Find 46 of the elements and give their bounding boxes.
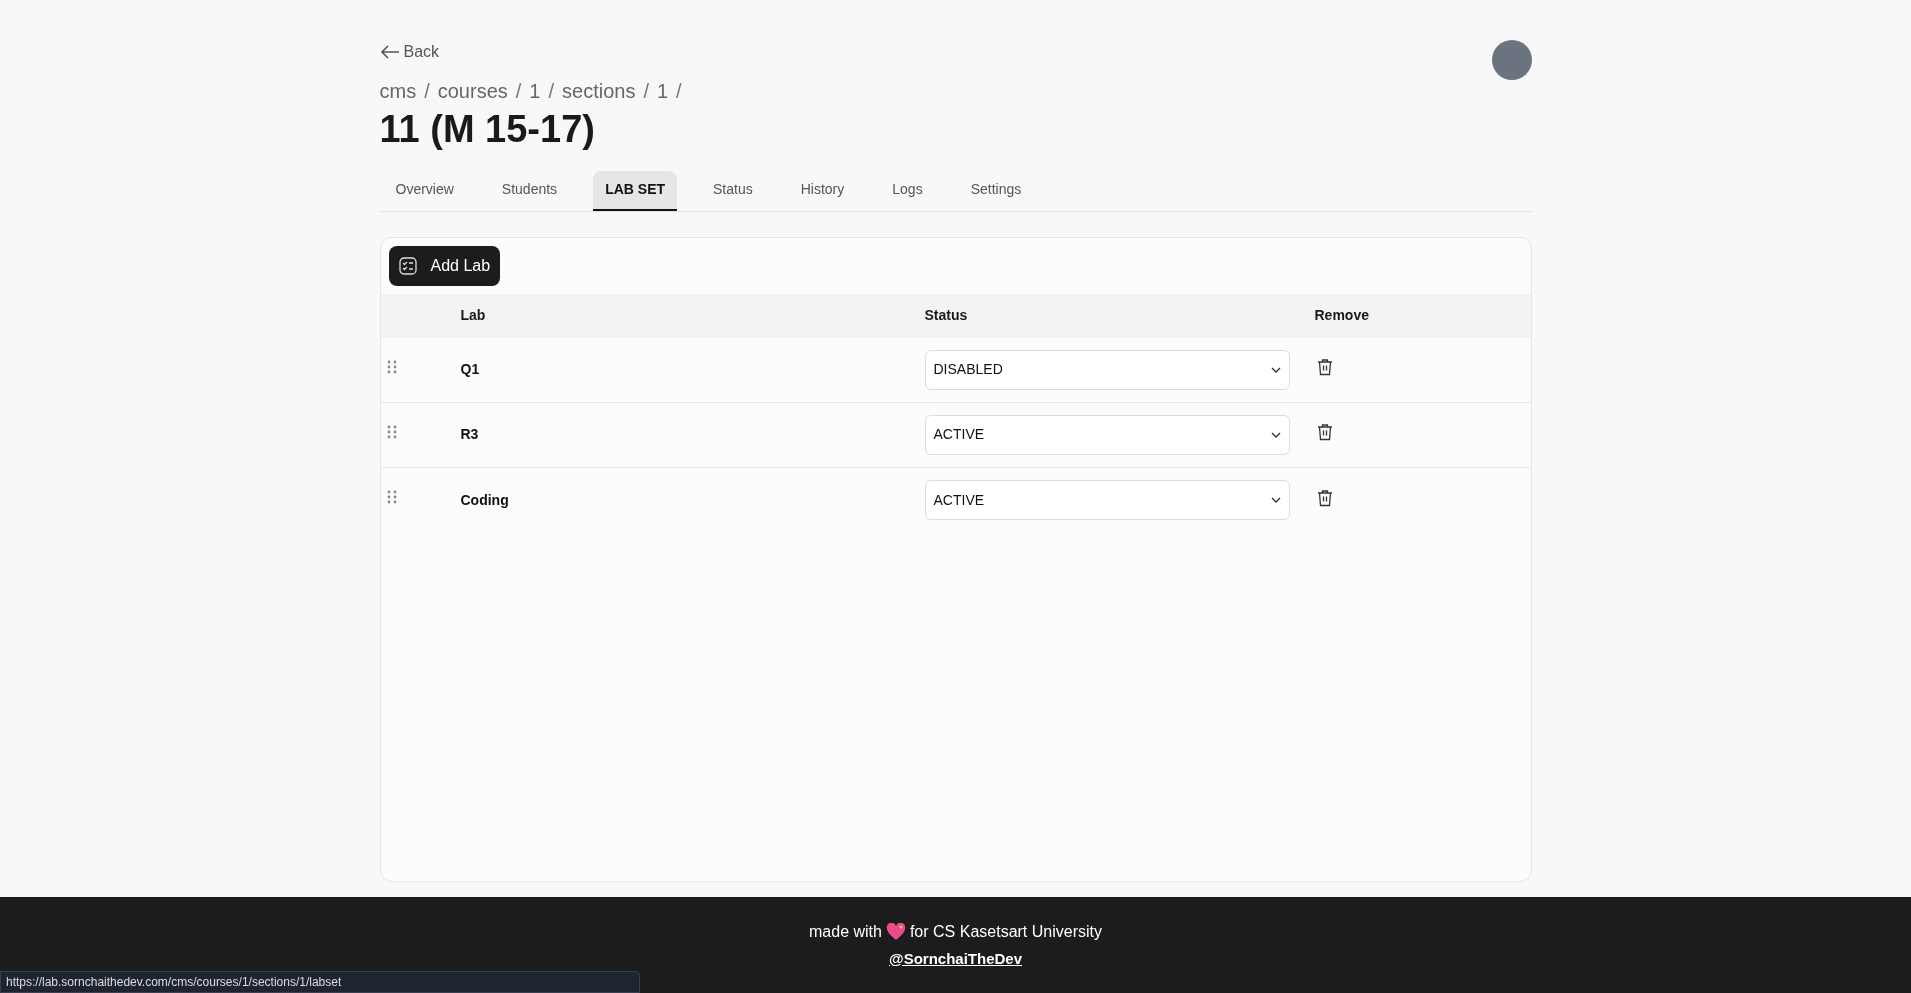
lab-name: R3: [460, 425, 480, 444]
chevron-down-icon: [1270, 431, 1281, 438]
column-header: Remove: [1314, 306, 1370, 325]
avatar[interactable]: [1491, 40, 1532, 80]
drag-handle-icon[interactable]: [386, 359, 397, 374]
breadcrumb-link[interactable]: 1: [529, 76, 541, 106]
arrow-left-icon: [379, 44, 400, 60]
tab[interactable]: LAB SET: [593, 170, 677, 211]
lab-name: Q1: [460, 360, 481, 379]
breadcrumb-separator: /: [643, 79, 649, 104]
author-link[interactable]: @SornchaiTheDev: [889, 947, 1022, 971]
status-dropdown[interactable]: ACTIVE: [924, 480, 1290, 520]
status-bar-url: https://lab.sornchaithedev.com/cms/courses/1/sections/1/labset: [0, 971, 640, 993]
trash-icon: [1316, 488, 1333, 507]
checklist-icon: [398, 256, 417, 275]
status-dropdown[interactable]: ACTIVE: [924, 414, 1290, 455]
tab[interactable]: Students: [489, 170, 570, 211]
tab[interactable]: Settings: [958, 170, 1034, 211]
tab[interactable]: Status: [701, 170, 765, 211]
trash-icon: [1316, 358, 1333, 376]
column-header: Status: [924, 306, 969, 325]
heart-icon: [885, 922, 906, 941]
page-title: 11 (M 15-17): [379, 107, 596, 152]
drag-handle-icon[interactable]: [386, 424, 397, 439]
breadcrumb-link[interactable]: cms: [379, 76, 417, 106]
add-lab-button[interactable]: Add Lab: [388, 245, 501, 286]
footer-text: for CS Kasetsart University: [909, 921, 1102, 942]
back-link[interactable]: Back: [379, 40, 440, 64]
status-dropdown[interactable]: DISABLED: [924, 349, 1290, 390]
chevron-down-icon: [1270, 366, 1281, 373]
trash-icon: [1316, 423, 1333, 441]
tab[interactable]: History: [788, 170, 857, 211]
breadcrumb-separator: /: [515, 79, 522, 104]
tab[interactable]: Logs: [880, 170, 935, 211]
footer-text: made with: [809, 921, 882, 942]
lab-name: Coding: [460, 490, 510, 510]
breadcrumb-link[interactable]: courses: [437, 76, 508, 106]
breadcrumb-link[interactable]: sections: [562, 76, 636, 106]
tab[interactable]: Overview: [383, 170, 466, 211]
breadcrumb-separator: /: [424, 79, 430, 104]
breadcrumb-separator: /: [548, 79, 554, 104]
breadcrumb-separator: /: [676, 79, 682, 104]
column-header: Lab: [460, 306, 487, 325]
drag-handle-icon[interactable]: [386, 489, 397, 504]
chevron-down-icon: [1270, 497, 1281, 503]
breadcrumb-link[interactable]: 1: [656, 76, 669, 106]
